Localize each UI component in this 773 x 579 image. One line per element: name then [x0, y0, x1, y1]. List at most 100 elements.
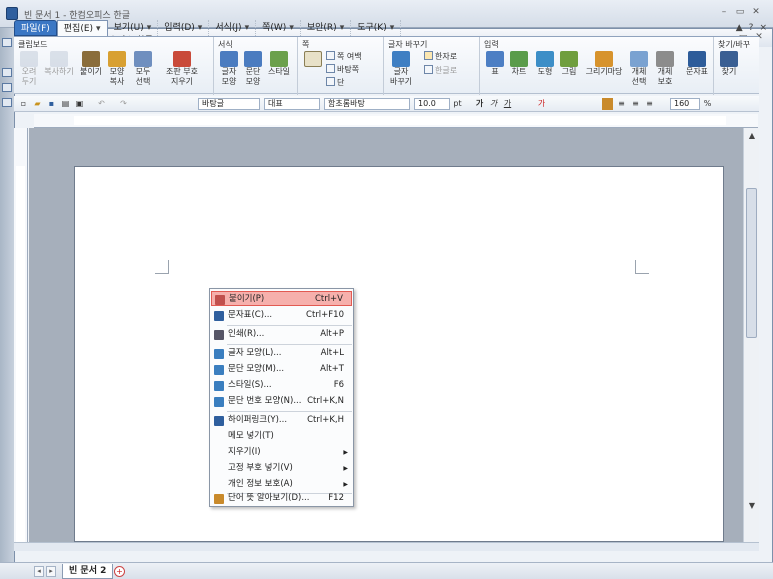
chart-icon [510, 51, 528, 67]
hangul-convert-button[interactable]: 한글로 [424, 65, 457, 76]
menu-item-privacy[interactable]: 개인 정보 보호(A) ▶ [211, 477, 352, 492]
columns-button[interactable]: 단 [326, 77, 344, 88]
find-button[interactable]: 찾기 [718, 51, 740, 77]
menu-item-style[interactable]: 스타일(S)... F6 [211, 378, 352, 393]
save-icon[interactable]: ▪ [46, 98, 57, 110]
shape-button[interactable]: 도형 [534, 51, 556, 77]
menu-item-print[interactable]: 인쇄(R)... Alt+P [211, 327, 352, 342]
next-tab-icon[interactable]: ▸ [46, 566, 56, 577]
clear-marks-button[interactable]: 조판 부호 지우기 [164, 51, 200, 87]
close-document-icon[interactable]: × [759, 23, 767, 33]
first-tab-icon[interactable]: ◂ [34, 566, 44, 577]
select-all-button[interactable]: 모두 선택 [132, 51, 154, 87]
zoom-input[interactable]: 160 [670, 98, 700, 110]
menu-item-memo[interactable]: 메모 넣기(T) [211, 429, 352, 444]
menu-item-char-map[interactable]: 문자표(C)... Ctrl+F10 [211, 308, 352, 323]
redo-icon[interactable]: ↷ [118, 98, 129, 110]
new-tab-button[interactable]: + [114, 566, 125, 577]
format-copy-button[interactable]: 모양 복사 [106, 51, 128, 87]
undo-icon[interactable]: ↶ [96, 98, 107, 110]
para-shape-button[interactable]: 문단 모양 [242, 51, 264, 87]
text-color-icon[interactable]: 가 [536, 98, 547, 110]
menu-item-hyperlink[interactable]: 하이퍼링크(Y)... Ctrl+K,H [211, 413, 352, 428]
page-setup-button[interactable] [302, 51, 324, 67]
menu-separator [227, 344, 352, 345]
char-map-button[interactable]: 문자표 [686, 51, 708, 77]
cut-button[interactable]: 오려 두기 [18, 51, 40, 87]
char-map-icon [214, 311, 224, 321]
group-title: 입력 [484, 40, 499, 49]
font-size-input[interactable]: 10.0 [414, 98, 450, 110]
horizontal-ruler[interactable] [34, 114, 758, 128]
close-icon[interactable]: ✕ [750, 7, 762, 18]
underline-button[interactable]: 가 [502, 98, 513, 110]
menu-item-paste[interactable]: 붙이기(P) Ctrl+V [211, 291, 352, 306]
vertical-scrollbar[interactable]: ▲ ▼ [743, 128, 759, 542]
scrollbar-thumb[interactable] [746, 188, 757, 338]
minimize-icon[interactable]: – [718, 7, 730, 18]
table-button[interactable]: 표 [484, 51, 506, 77]
menu-item-numbering[interactable]: 문단 번호 모양(N)... Ctrl+K,N [211, 394, 352, 409]
menu-separator [227, 325, 352, 326]
align-center-icon[interactable]: ≡ [616, 98, 627, 110]
print-icon[interactable]: ▤ [60, 98, 71, 110]
menu-format[interactable]: 서식(J) ▾ [209, 20, 257, 36]
menu-item-dictionary[interactable]: 단어 뜻 알아보기(D)... F12 [211, 491, 352, 506]
style-select[interactable]: 바탕글 [198, 98, 260, 110]
object-select-button[interactable]: 개체 선택 [628, 51, 650, 87]
font-select[interactable]: 함초롬바탕 [324, 98, 410, 110]
menu-item-para-shape[interactable]: 문단 모양(M)... Alt+T [211, 362, 352, 377]
document-area[interactable] [29, 128, 743, 542]
new-document-icon[interactable]: ▫ [18, 98, 29, 110]
maximize-icon[interactable]: ▭ [734, 7, 746, 18]
menu-item-delete[interactable]: 지우기(I) ▶ [211, 445, 352, 460]
menu-bar: 파일(F) 편집(E) ▾ 보기(U) ▾ 입력(D) ▾ 서식(J) ▾ 쪽(W) ▾ … [14, 20, 402, 36]
master-page-button[interactable]: 바탕쪽 [326, 64, 359, 75]
scroll-down-icon[interactable]: ▼ [747, 500, 757, 512]
drawing-button[interactable]: 그리기마당 [586, 51, 622, 77]
page-margin-button[interactable]: 쪽 여백 [326, 51, 362, 62]
justify-icon[interactable]: ≡ [644, 98, 655, 110]
menu-insert[interactable]: 입력(D) ▾ [158, 20, 210, 36]
menu-page[interactable]: 쪽(W) ▾ [256, 20, 301, 36]
collapse-ribbon-icon[interactable]: ▲ [736, 23, 743, 33]
columns-icon [326, 77, 335, 86]
paste-button[interactable]: 붙이기 [80, 51, 102, 77]
menu-view[interactable]: 보기(U) ▾ [108, 20, 159, 36]
copy-button[interactable]: 복사하기 [44, 51, 74, 77]
vertical-ruler[interactable] [14, 128, 28, 542]
group-title: 찾기/바꾸 [718, 40, 751, 49]
char-convert-button[interactable]: 글자 바꾸기 [390, 51, 412, 87]
char-shape-button[interactable]: 글자 모양 [218, 51, 240, 87]
document-page[interactable] [74, 166, 724, 542]
menu-edit[interactable]: 편집(E) ▾ [56, 20, 108, 36]
scroll-up-icon[interactable]: ▲ [747, 130, 757, 142]
menu-item-fixed-mark[interactable]: 고정 부호 넣기(V) ▶ [211, 461, 352, 476]
group-title: 글자 바꾸기 [388, 40, 428, 49]
ribbon: 클립보드 오려 두기 복사하기 붙이기 모양 복사 모두 선택 조판 부호 지우기 서식… [14, 36, 759, 95]
help-icon[interactable]: ? [749, 23, 754, 33]
language-select[interactable]: 대표 [264, 98, 320, 110]
style-button[interactable]: 스타일 [268, 51, 290, 77]
picture-button[interactable]: 그림 [558, 51, 580, 77]
object-protect-button[interactable]: 개체 보호 [654, 51, 676, 87]
menu-security[interactable]: 보안(R) ▾ [301, 20, 352, 36]
drawing-icon [595, 51, 613, 67]
open-folder-icon[interactable]: ▰ [32, 98, 43, 110]
preview-icon[interactable]: ▣ [74, 98, 85, 110]
hanja-convert-button[interactable]: 한자로 [424, 51, 457, 62]
menu-file[interactable]: 파일(F) [14, 20, 57, 36]
align-right-icon[interactable]: ≡ [630, 98, 641, 110]
page-icon [304, 51, 322, 67]
ribbon-group-page: 쪽 쪽 여백 바탕쪽 단 [298, 37, 384, 95]
bold-button[interactable]: 가 [474, 98, 485, 110]
italic-button[interactable]: 가 [488, 98, 499, 110]
menu-separator [227, 411, 352, 412]
submenu-arrow-icon: ▶ [343, 449, 348, 456]
menu-item-char-shape[interactable]: 글자 모양(L)... Alt+L [211, 346, 352, 361]
document-tab[interactable]: 빈 문서 2 [62, 564, 114, 579]
desktop-tile [2, 83, 12, 92]
chart-button[interactable]: 차트 [508, 51, 530, 77]
menu-tools[interactable]: 도구(K) ▾ [351, 20, 402, 36]
align-left-icon[interactable] [602, 98, 613, 110]
